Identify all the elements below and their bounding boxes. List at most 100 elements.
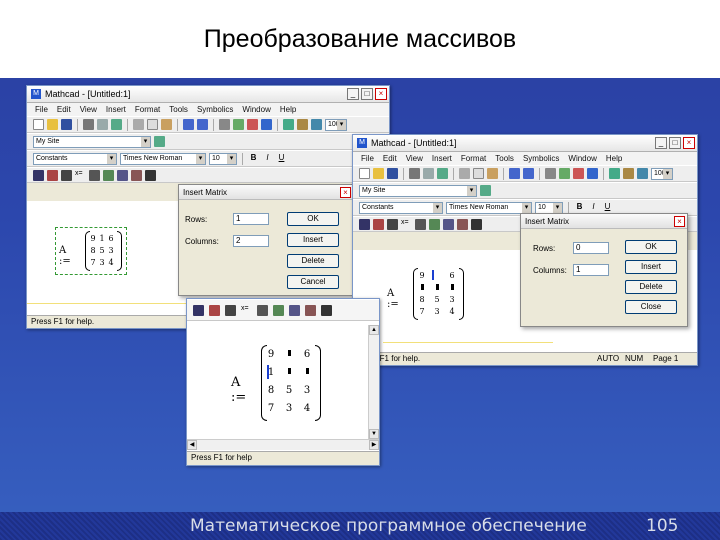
programming-palette-icon[interactable] [443,218,454,230]
print-icon[interactable] [409,168,420,179]
menu-format[interactable]: Format [135,105,160,114]
rows-input[interactable]: 0 [573,242,609,254]
matrix-cell[interactable]: 5 [432,295,442,304]
matrix-cell[interactable]: 9 [89,234,97,243]
redo-icon[interactable] [197,119,208,130]
underline-icon[interactable]: U [276,153,287,164]
spell-check-icon[interactable] [437,168,448,179]
evaluation-palette-icon[interactable]: x= [75,170,86,181]
evaluation-palette-icon[interactable]: x= [401,219,412,230]
menu-insert[interactable]: Insert [106,105,126,114]
cancel-button[interactable]: Cancel [287,275,339,289]
matrix-cell[interactable]: 6 [107,234,115,243]
calculator-palette-icon[interactable] [33,169,44,181]
print-preview-icon[interactable] [423,168,434,179]
resources-icon[interactable] [311,119,322,130]
calculate-icon[interactable] [261,119,272,130]
maximize-button[interactable]: □ [669,137,681,149]
maximize-button[interactable]: □ [361,88,373,100]
matrix-cell[interactable]: 7 [265,403,277,414]
cut-icon[interactable] [459,168,470,179]
component-wizard-icon[interactable] [623,168,634,179]
matrix-cell[interactable]: 3 [301,385,313,396]
vertical-scrollbar[interactable]: ▲ ▼ [368,325,379,439]
calculate-icon[interactable] [587,168,598,179]
cut-icon[interactable] [133,119,144,130]
bold-icon[interactable]: B [248,153,259,164]
symbolic-palette-icon[interactable] [471,218,482,230]
matrix-cell[interactable]: 9 [417,271,427,280]
redo-icon[interactable] [523,168,534,179]
matrix-cell[interactable]: 3 [447,295,457,304]
scroll-down-icon[interactable]: ▼ [369,429,379,439]
insert-function-icon[interactable] [559,168,570,179]
matrix-placeholder[interactable] [283,349,295,358]
boolean-palette-icon[interactable] [103,169,114,181]
insert-hyperlink-icon[interactable] [609,168,620,179]
delete-button[interactable]: Delete [625,280,677,294]
rows-input[interactable]: 1 [233,213,269,225]
copy-icon[interactable] [473,168,484,179]
matrix-cell[interactable]: 8 [89,246,97,255]
font-style-combo[interactable]: Constants [359,201,443,214]
component-wizard-icon[interactable] [297,119,308,130]
matrix-cell[interactable]: 3 [283,403,295,414]
paste-icon[interactable] [487,168,498,179]
greek-palette-icon[interactable] [305,304,316,316]
insert-unit-icon[interactable] [573,168,584,179]
align-icon[interactable] [219,119,230,130]
matrix-placeholder[interactable] [417,283,427,292]
save-icon[interactable] [61,119,72,130]
calculus-palette-icon[interactable] [257,304,268,316]
ok-button[interactable]: OK [625,240,677,254]
matrix-placeholder[interactable] [301,367,313,376]
go-to-page-icon[interactable] [154,136,165,147]
columns-input[interactable]: 2 [233,235,269,247]
bold-icon[interactable]: B [574,202,585,213]
resources-icon[interactable] [637,168,648,179]
matrix-palette-icon[interactable] [387,218,398,230]
matrix-cell[interactable]: 7 [89,258,97,267]
worksheet-area[interactable]: A := 9 6 1 8 5 3 7 3 4 [187,325,367,439]
font-size-combo[interactable]: 10 [209,152,237,165]
matrix-cell[interactable]: 3 [107,246,115,255]
matrix-cell[interactable]: 5 [283,385,295,396]
zoom-combo[interactable]: 100 [651,167,673,180]
matrix-cell[interactable]: 3 [98,258,106,267]
font-name-combo[interactable]: Times New Roman [446,201,532,214]
print-icon[interactable] [83,119,94,130]
menu-insert[interactable]: Insert [432,154,452,163]
matrix-placeholder[interactable] [283,367,295,376]
open-icon[interactable] [47,119,58,130]
calculus-palette-icon[interactable] [415,218,426,230]
horizontal-scrollbar[interactable]: ◀ ▶ [187,439,379,450]
symbolic-palette-icon[interactable] [321,304,332,316]
scroll-up-icon[interactable]: ▲ [369,325,379,335]
style-combo[interactable]: My Site [359,184,477,197]
print-preview-icon[interactable] [97,119,108,130]
close-button[interactable]: × [375,88,387,100]
insert-hyperlink-icon[interactable] [283,119,294,130]
go-to-page-icon[interactable] [480,185,491,196]
close-button[interactable]: Close [625,300,677,314]
font-name-combo[interactable]: Times New Roman [120,152,206,165]
menu-edit[interactable]: Edit [383,154,397,163]
new-icon[interactable] [33,119,44,130]
scroll-left-icon[interactable]: ◀ [187,440,197,450]
insert-button[interactable]: Insert [287,233,339,247]
minimize-button[interactable]: _ [655,137,667,149]
matrix-palette-icon[interactable] [61,169,72,181]
minimize-button[interactable]: _ [347,88,359,100]
matrix-cell[interactable]: 4 [107,258,115,267]
open-icon[interactable] [373,168,384,179]
matrix-palette-icon[interactable] [225,304,236,316]
ok-button[interactable]: OK [287,212,339,226]
font-style-combo[interactable]: Constants [33,152,117,165]
menu-help[interactable]: Help [280,105,296,114]
graph-palette-icon[interactable] [209,304,220,316]
calculator-palette-icon[interactable] [359,218,370,230]
matrix-cell[interactable]: 8 [265,385,277,396]
menu-edit[interactable]: Edit [57,105,71,114]
paste-icon[interactable] [161,119,172,130]
boolean-palette-icon[interactable] [273,304,284,316]
